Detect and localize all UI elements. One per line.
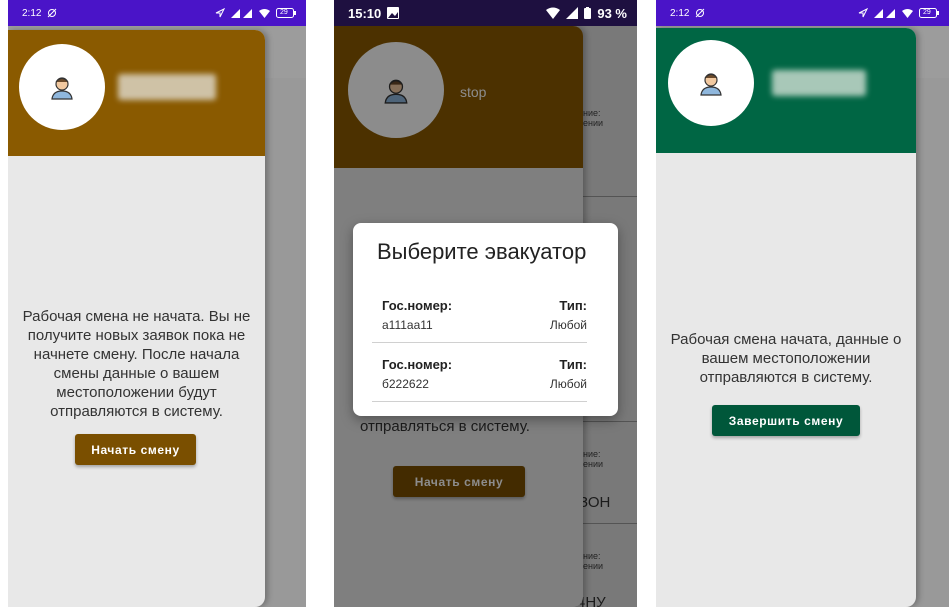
shift-status-message: Рабочая смена не начата. Вы не получите … [22,308,251,420]
battery-icon: 29 [919,8,939,18]
vehicle-type: Любой [549,377,587,391]
plate-label: Гос.номер: [382,357,453,372]
user-avatar-icon [49,74,75,100]
phone-screen-3: 2:12 29 Рабочая смена начата, данные о в… [656,0,949,607]
phone-screen-2: 15:10 93 % ние: ении ние: ении ЗОН ние: … [334,0,637,607]
vehicle-type: Любой [549,318,587,332]
battery-icon: 29 [276,8,296,18]
signal-icon [566,7,579,19]
status-bar: 2:12 29 [8,0,306,26]
status-time: 2:12 [22,7,42,19]
select-tow-truck-dialog: Выберите эвакуатор Гос.номер: а111аа11 Т… [353,223,618,416]
type-label: Тип: [559,357,587,372]
drawer-header [656,28,916,153]
status-time: 15:10 [348,5,382,21]
plate-label: Гос.номер: [382,298,453,313]
end-shift-button[interactable]: Завершить смену [712,405,860,436]
start-shift-button[interactable]: Начать смену [75,434,196,465]
wifi-icon [259,8,270,18]
battery-level: 93 % [597,5,627,21]
username-blurred [772,70,866,96]
battery-level: 29 [280,9,288,16]
status-bar: 15:10 93 % [334,0,637,26]
signal-icon [874,8,896,18]
navigation-drawer: Рабочая смена начата, данные о вашем мес… [656,28,916,607]
battery-icon [584,7,592,19]
dialog-title: Выберите эвакуатор [377,239,587,264]
vehicle-option[interactable]: Гос.номер: б222622 Тип: Любой [372,343,587,402]
navigation-drawer: Рабочая смена не начата. Вы не получите … [8,30,265,607]
alarm-icon [695,8,705,18]
alarm-icon [47,8,57,18]
battery-level: 29 [923,9,931,16]
location-icon [858,8,868,18]
status-time: 2:12 [670,7,690,19]
user-avatar[interactable] [668,40,754,126]
wifi-icon [546,7,561,19]
signal-icon [231,8,253,18]
drawer-header [8,30,265,156]
vehicle-option[interactable]: Гос.номер: а111аа11 Тип: Любой [372,284,587,343]
picture-notification-icon [387,7,400,19]
type-label: Тип: [559,298,587,313]
user-avatar[interactable] [19,44,105,130]
phone-screen-1: 2:12 29 Рабочая смена не начата. Вы не п… [8,0,306,607]
shift-status-message: Рабочая смена начата, данные о вашем мес… [670,331,902,386]
status-bar: 2:12 29 [656,0,949,26]
wifi-icon [902,8,913,18]
username-blurred [118,74,216,100]
location-icon [215,8,225,18]
plate-number: б222622 [382,377,429,391]
user-avatar-icon [698,70,724,96]
plate-number: а111аа11 [382,318,433,332]
